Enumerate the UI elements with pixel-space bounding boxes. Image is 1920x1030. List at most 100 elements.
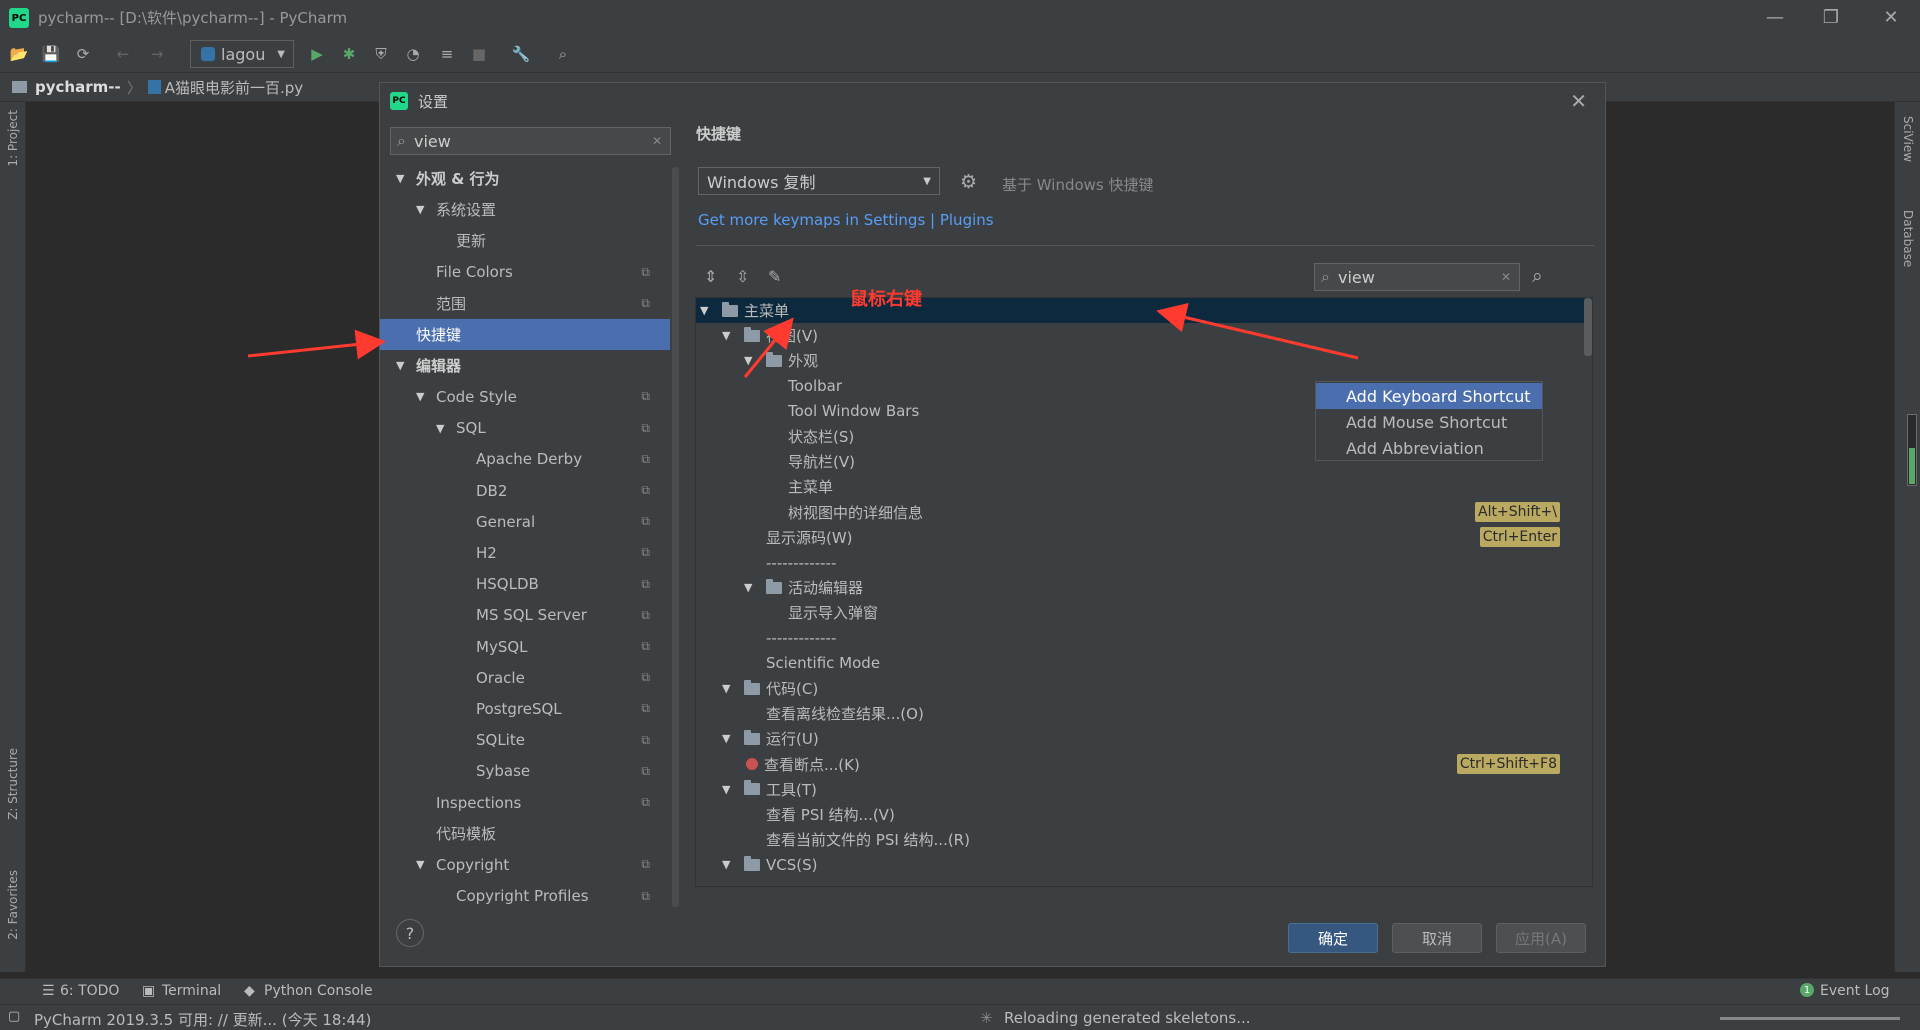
favorites-tool-tab[interactable]: 2: Favorites [6, 870, 20, 940]
expand-triangle-icon[interactable]: ▼ [416, 203, 432, 216]
clear-filter-icon[interactable]: ✕ [1501, 270, 1511, 284]
settings-tree-item[interactable]: 快捷键 [380, 319, 670, 350]
search-icon[interactable]: ⌕ [552, 44, 574, 64]
expand-triangle-icon[interactable]: ▼ [396, 359, 412, 372]
expand-triangle-icon[interactable]: ▼ [416, 858, 432, 871]
keymap-filter-field[interactable]: ⌕ view ✕ [1314, 263, 1520, 291]
add-abbreviation-item[interactable]: Add Abbreviation [1316, 435, 1542, 461]
settings-tree-item[interactable]: 更新 [380, 225, 670, 256]
apply-button[interactable]: 应用(A) [1496, 923, 1586, 953]
keymap-tree-item[interactable]: 显示源码(W) Ctrl+Enter [696, 525, 1576, 550]
restore-button[interactable]: ❐ [1808, 0, 1854, 35]
settings-tree-item[interactable]: Oracle ⧉ [380, 662, 670, 693]
get-more-keymaps-link[interactable]: Get more keymaps in Settings | Plugins [698, 211, 994, 229]
wrench-icon[interactable]: 🔧 [510, 44, 532, 64]
settings-tree-item[interactable]: ▼ Copyright ⧉ [380, 849, 670, 880]
expand-triangle-icon[interactable]: ▼ [416, 390, 432, 403]
run-icon[interactable]: ▶ [306, 44, 328, 64]
expand-all-icon[interactable]: ⇕ [704, 267, 717, 286]
find-shortcut-icon[interactable]: ⌕ [1532, 265, 1543, 287]
forward-icon[interactable]: → [146, 44, 168, 64]
database-tool-tab[interactable]: Database [1901, 210, 1915, 267]
expand-triangle-icon[interactable]: ▼ [396, 172, 412, 185]
stop-icon[interactable]: ■ [468, 44, 490, 64]
settings-tree-item[interactable]: SQLite ⧉ [380, 725, 670, 756]
keymap-tree-item[interactable]: ▼ 主菜单 [696, 298, 1592, 323]
open-folder-icon[interactable]: 📂 [8, 44, 30, 64]
expand-triangle-icon[interactable]: ▼ [722, 858, 738, 871]
settings-tree-item[interactable]: DB2 ⧉ [380, 475, 670, 506]
profile-icon[interactable]: ◔ [402, 44, 424, 64]
keymap-tree-item[interactable]: ▼ 视图(V) [696, 323, 1592, 348]
expand-triangle-icon[interactable]: ▼ [722, 329, 738, 342]
keymap-tree-item[interactable]: 查看离线检查结果...(O) [696, 701, 1592, 726]
gear-icon[interactable]: ⚙ [960, 171, 977, 193]
settings-tree-item[interactable]: HSQLDB ⧉ [380, 569, 670, 600]
settings-tree-item[interactable]: MS SQL Server ⧉ [380, 600, 670, 631]
expand-triangle-icon[interactable]: ▼ [744, 354, 760, 367]
status-update-message[interactable]: PyCharm 2019.3.5 可用: // 更新... (今天 18:44) [34, 1009, 371, 1030]
settings-tree-item[interactable]: ▼ 外观 & 行为 [380, 163, 670, 194]
settings-tree-item[interactable]: H2 ⧉ [380, 537, 670, 568]
expand-triangle-icon[interactable]: ▼ [722, 732, 738, 745]
keymap-tree-item[interactable]: ▼ 代码(C) [696, 676, 1592, 701]
project-tool-tab[interactable]: 1: Project [6, 110, 20, 167]
add-mouse-shortcut-item[interactable]: Add Mouse Shortcut [1316, 409, 1542, 435]
close-window-button[interactable]: ✕ [1868, 0, 1914, 35]
structure-tool-tab[interactable]: Z: Structure [6, 748, 20, 820]
keymap-tree-item[interactable]: 主菜单 [696, 474, 1592, 499]
expand-triangle-icon[interactable]: ▼ [722, 682, 738, 695]
debug-icon[interactable]: ✱ [338, 44, 360, 64]
collapse-all-icon[interactable]: ⇳ [736, 267, 749, 286]
breadcrumb-file[interactable]: A猫眼电影前一百.py [165, 77, 303, 98]
settings-tree-item[interactable]: General ⧉ [380, 506, 670, 537]
event-log-tab[interactable]: Event Log [1820, 983, 1890, 999]
settings-tree-item[interactable]: 代码模板 [380, 818, 670, 849]
settings-tree-item[interactable]: Sybase ⧉ [380, 756, 670, 787]
sync-icon[interactable]: ⟳ [72, 44, 94, 64]
back-icon[interactable]: ← [112, 44, 134, 64]
settings-search-field[interactable]: ⌕ view ✕ [390, 127, 671, 155]
todo-tab[interactable]: 6: TODO [60, 983, 119, 999]
keymap-tree-scrollbar[interactable] [1584, 298, 1592, 356]
keymap-tree-item[interactable]: ------------- [696, 626, 1592, 651]
keymap-tree-item[interactable]: Scientific Mode [696, 651, 1592, 676]
keymap-tree-item[interactable]: 显示导入弹窗 [696, 600, 1592, 625]
settings-tree-item[interactable]: File Colors ⧉ [380, 257, 670, 288]
expand-triangle-icon[interactable]: ▼ [744, 581, 760, 594]
keymap-tree-item[interactable]: ▼ 运行(U) [696, 726, 1592, 751]
terminal-tab[interactable]: Terminal [162, 983, 221, 999]
settings-tree-item[interactable]: PostgreSQL ⧉ [380, 693, 670, 724]
keymap-tree-item[interactable]: ------------- [696, 550, 1592, 575]
add-keyboard-shortcut-item[interactable]: Add Keyboard Shortcut [1316, 383, 1542, 409]
keymap-tree-item[interactable]: ▼ 外观 [696, 348, 1592, 373]
ok-button[interactable]: 确定 [1288, 923, 1378, 953]
run-configuration-dropdown[interactable]: lagou ▼ [190, 40, 294, 68]
settings-tree-item[interactable]: ▼ 系统设置 [380, 194, 670, 225]
settings-tree-scrollbar[interactable] [672, 167, 679, 907]
keymap-tree-item[interactable]: ▼ 工具(T) [696, 777, 1592, 802]
expand-triangle-icon[interactable]: ▼ [700, 304, 716, 317]
settings-tree-item[interactable]: Apache Derby ⧉ [380, 444, 670, 475]
coverage-icon[interactable]: ⛨ [370, 44, 392, 64]
keymap-tree-item[interactable]: ▼ VCS(S) [696, 852, 1592, 877]
status-window-icon[interactable]: ▢ [8, 1009, 20, 1024]
expand-triangle-icon[interactable]: ▼ [722, 783, 738, 796]
settings-tree-item[interactable]: ▼ SQL ⧉ [380, 413, 670, 444]
settings-tree-item[interactable]: 范围 ⧉ [380, 288, 670, 319]
sciview-tool-tab[interactable]: SciView [1901, 116, 1915, 162]
help-button[interactable]: ? [396, 919, 424, 947]
save-icon[interactable]: 💾 [40, 44, 62, 64]
cancel-button[interactable]: 取消 [1392, 923, 1482, 953]
keymap-tree-item[interactable]: ▼ 活动编辑器 [696, 575, 1592, 600]
clear-search-icon[interactable]: ✕ [652, 134, 662, 148]
keymap-tree-item[interactable]: 树视图中的详细信息 Alt+Shift+\ [696, 500, 1576, 525]
settings-tree-item[interactable]: Inspections ⧉ [380, 787, 670, 818]
keymap-dropdown[interactable]: Windows 复制 ▼ [698, 167, 940, 195]
settings-tree-item[interactable]: Copyright Profiles ⧉ [380, 881, 670, 912]
breadcrumb-project[interactable]: pycharm-- [35, 78, 121, 96]
keymap-tree-item[interactable]: 查看当前文件的 PSI 结构...(R) [696, 827, 1592, 852]
close-icon[interactable]: ✕ [1570, 89, 1587, 113]
python-console-tab[interactable]: Python Console [264, 983, 373, 999]
expand-triangle-icon[interactable]: ▼ [436, 422, 452, 435]
